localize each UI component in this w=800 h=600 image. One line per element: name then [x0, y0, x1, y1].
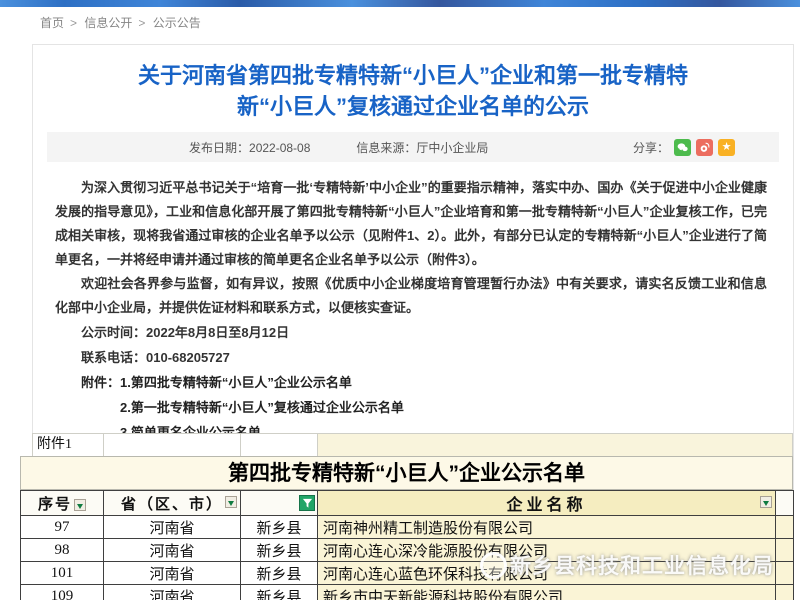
publish-date: 发布日期：2022-08-08	[189, 139, 310, 156]
cell-province: 河南省	[104, 516, 241, 539]
page-title-line1: 关于河南省第四批专精特新“小巨人”企业和第一批专精特	[33, 60, 793, 91]
filter-dropdown-icon	[74, 499, 86, 511]
info-source: 信息来源：厅中小企业局	[356, 139, 488, 156]
sheet-corner-label: 附件1	[32, 434, 103, 456]
attachments-label: 附件：	[81, 375, 120, 390]
cell-county: 新乡县	[241, 516, 318, 539]
page: 首页 > 信息公开 > 公示公告 关于河南省第四批专精特新“小巨人”企业和第一批专精…	[0, 0, 800, 600]
col-header-seq: 序号	[21, 491, 104, 516]
attachments-row: 附件：1.第四批专精特新“小巨人”企业公示名单	[55, 371, 767, 395]
table-row: 101 河南省 新乡县 河南心连心蓝色环保科技有限公司	[21, 562, 794, 585]
contact-phone: 联系电话：010-68205727	[55, 346, 767, 370]
sheet-empty-cell	[103, 434, 240, 456]
publicity-time: 公示时间：2022年8月8日至8月12日	[55, 321, 767, 345]
article-meta-bar: 发布日期：2022-08-08 信息来源：厅中小企业局 分享： ★	[47, 132, 779, 162]
share-toolbar: 分享： ★	[633, 139, 779, 156]
active-filter-icon	[299, 495, 315, 511]
cell-seq: 109	[21, 585, 104, 600]
cell-seq: 98	[21, 539, 104, 562]
paragraph-2: 欢迎社会各界参与监督，如有异议，按照《优质中小企业梯度培育管理暂行办法》中有关要…	[55, 272, 767, 320]
favorite-star-icon[interactable]: ★	[718, 139, 735, 156]
cell-company: 新乡市中天新能源科技股份有限公司	[318, 585, 776, 600]
breadcrumb-separator: >	[70, 16, 77, 30]
cell-province: 河南省	[104, 585, 241, 600]
sheet-empty-cell	[240, 434, 317, 456]
cell-county: 新乡县	[241, 585, 318, 600]
cell-county: 新乡县	[241, 562, 318, 585]
attachment-link-1[interactable]: 1.第四批专精特新“小巨人”企业公示名单	[120, 375, 352, 390]
cell-county: 新乡县	[241, 539, 318, 562]
attachment1-spreadsheet: 附件1 第四批专精特新“小巨人”企业公示名单 序号 省（区、市） 企业名称 97…	[20, 433, 793, 600]
weibo-share-icon[interactable]	[696, 139, 713, 156]
page-title: 关于河南省第四批专精特新“小巨人”企业和第一批专精特 新“小巨人”复核通过企业名…	[33, 60, 793, 122]
table-row: 97 河南省 新乡县 河南神州精工制造股份有限公司	[21, 516, 794, 539]
attachment-link-2[interactable]: 2.第一批专精特新“小巨人”复核通过企业公示名单	[120, 400, 404, 415]
share-label: 分享：	[633, 139, 669, 156]
col-header-province: 省（区、市）	[104, 491, 241, 516]
cell-seq: 101	[21, 562, 104, 585]
table-row: 109 河南省 新乡县 新乡市中天新能源科技股份有限公司	[21, 585, 794, 600]
filter-dropdown-icon	[225, 496, 237, 508]
sheet-empty-cell	[317, 434, 793, 456]
col-header-county	[241, 491, 318, 516]
col-header-company: 企业名称	[318, 491, 776, 516]
sheet-table-title: 第四批专精特新“小巨人”企业公示名单	[20, 456, 793, 490]
wechat-share-icon[interactable]	[674, 139, 691, 156]
breadcrumb: 首页 > 信息公开 > 公示公告	[40, 14, 205, 31]
top-nav-bar	[0, 0, 800, 7]
filter-dropdown-icon	[760, 496, 772, 508]
col-header-extra	[776, 491, 794, 516]
cell-province: 河南省	[104, 539, 241, 562]
cell-province: 河南省	[104, 562, 241, 585]
cell-company: 河南神州精工制造股份有限公司	[318, 516, 776, 539]
table-header-row: 序号 省（区、市） 企业名称	[21, 491, 794, 516]
breadcrumb-info-disclosure[interactable]: 信息公开	[84, 16, 132, 30]
cell-seq: 97	[21, 516, 104, 539]
company-table: 序号 省（区、市） 企业名称 97 河南省 新乡县 河南神州精工制造股份有限公司…	[20, 490, 794, 600]
breadcrumb-current: 公示公告	[153, 16, 201, 30]
page-title-line2: 新“小巨人”复核通过企业名单的公示	[33, 91, 793, 122]
cell-company: 河南心连心蓝色环保科技有限公司	[318, 562, 776, 585]
breadcrumb-home[interactable]: 首页	[40, 16, 64, 30]
table-row: 98 河南省 新乡县 河南心连心深冷能源股份有限公司	[21, 539, 794, 562]
paragraph-1: 为深入贯彻习近平总书记关于“培育一批‘专精特新’中小企业”的重要指示精神，落实中…	[55, 176, 767, 272]
sheet-corner-row: 附件1	[32, 433, 793, 456]
breadcrumb-separator: >	[138, 16, 145, 30]
cell-company: 河南心连心深冷能源股份有限公司	[318, 539, 776, 562]
